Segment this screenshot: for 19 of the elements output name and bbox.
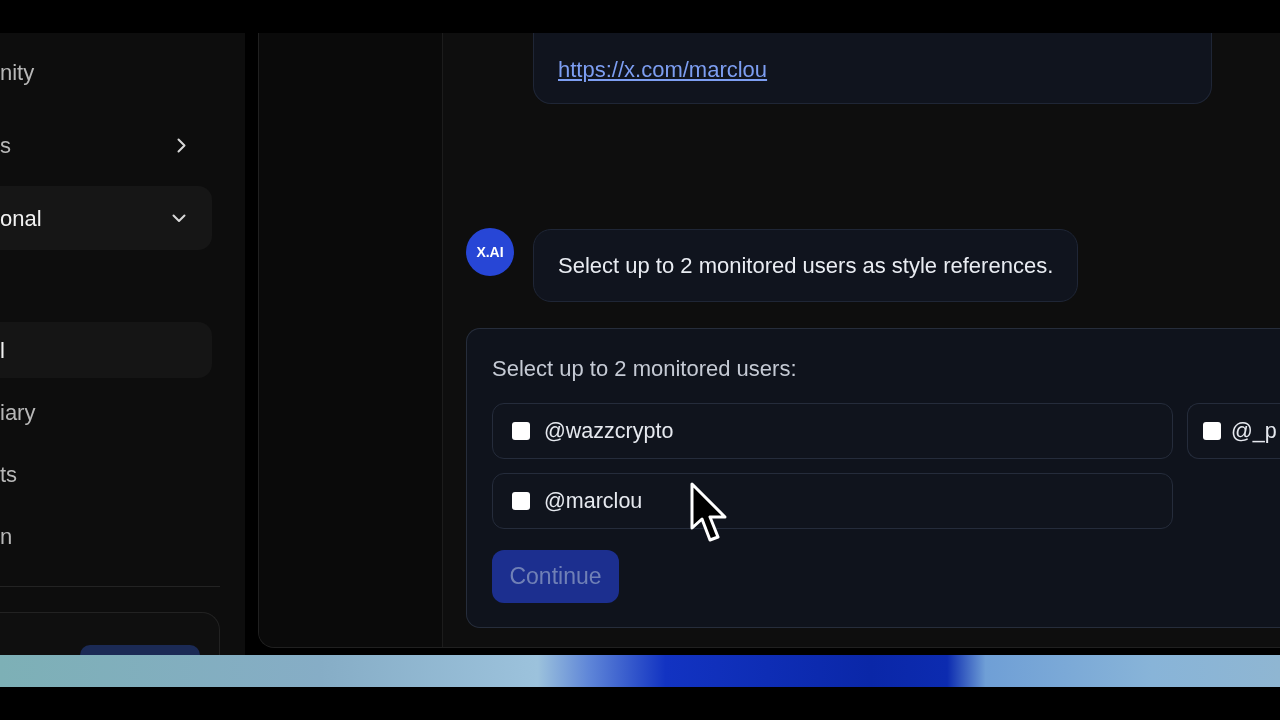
sidebar-item[interactable]: s xyxy=(0,113,212,177)
sidebar-item[interactable]: n xyxy=(0,508,212,564)
message-bubble: Select up to 2 monitored users as style references. xyxy=(533,229,1079,302)
sidebar-item[interactable]: iary xyxy=(0,384,212,440)
sidebar-item[interactable]: l xyxy=(0,322,212,378)
sidebar-item[interactable]: nity xyxy=(0,40,212,104)
user-option[interactable]: @marclou xyxy=(492,473,1173,529)
picker-title: Select up to 2 monitored users: xyxy=(492,355,798,383)
user-option[interactable]: @wazzcrypto xyxy=(492,403,1173,459)
sidebar-item[interactable]: onal xyxy=(0,186,212,250)
sidebar-button[interactable] xyxy=(80,645,200,655)
avatar: X.AI xyxy=(466,228,514,276)
sidebar-item[interactable]: ts xyxy=(0,446,212,502)
checkbox[interactable] xyxy=(1203,422,1221,440)
user-option[interactable]: @_p xyxy=(1187,403,1280,459)
mouse-cursor-icon xyxy=(690,482,728,544)
checkbox[interactable] xyxy=(512,492,530,510)
message-link[interactable]: https://x.com/marclou xyxy=(558,57,768,82)
checkbox[interactable] xyxy=(512,422,530,440)
